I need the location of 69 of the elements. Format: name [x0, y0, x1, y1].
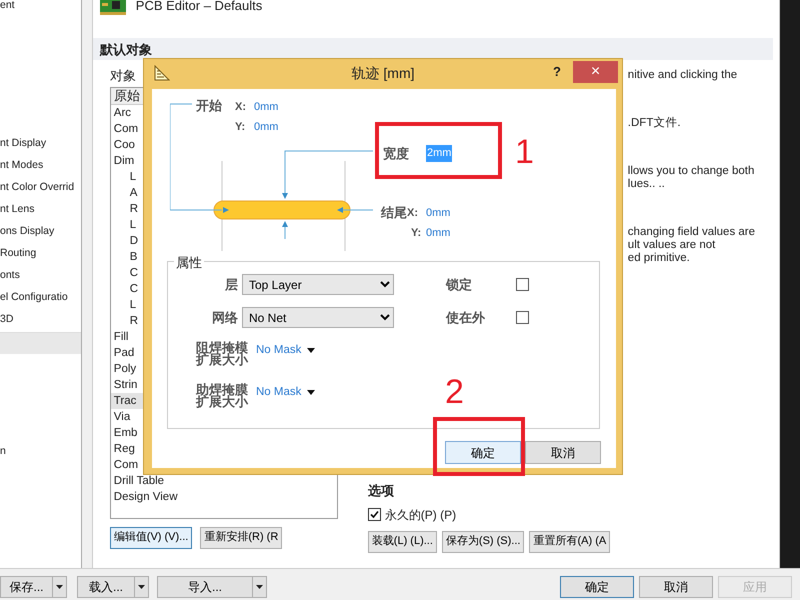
coord-value: 0mm [254, 120, 278, 135]
tree-item[interactable]: nt Lens [0, 198, 34, 220]
checkbox-label: 锁定 [446, 276, 473, 294]
save-as-button[interactable]: 保存为(S) (S)... [442, 530, 524, 552]
coord-value: 0mm [426, 206, 450, 221]
width-label: 宽度 [383, 145, 409, 163]
leader-line [337, 207, 374, 213]
ok-button[interactable]: 确定 [445, 441, 521, 464]
section-title: 默认对象 [92, 38, 773, 60]
description-text: .DFT文件. [628, 117, 682, 130]
checkbox[interactable] [516, 311, 529, 324]
split-button[interactable]: 保存... [0, 576, 67, 598]
load-button[interactable]: 装载(L) (L)... [368, 530, 437, 552]
coord-label: Y: [411, 226, 422, 241]
tree-item[interactable]: onts [0, 264, 20, 286]
annotation-number: 1 [515, 135, 534, 169]
dialog-title: 轨迹 [mm] [352, 64, 414, 83]
list-item[interactable]: Drill Table [110, 472, 337, 488]
reset-all-button[interactable]: 重置所有(A) (A [529, 530, 610, 552]
checkbox-label: 使在外 [446, 308, 486, 327]
description-text: nitive and clicking the [628, 69, 738, 82]
checkbox[interactable] [368, 508, 381, 521]
editor-title: PCB Editor – Defaults [136, 0, 262, 12]
end-label: 结尾 [381, 204, 407, 222]
objects-label: 对象 [110, 67, 136, 85]
dropdown[interactable]: Top Layer [242, 274, 394, 295]
circuit-board-icon [98, 0, 128, 16]
coord-label: X: [407, 206, 418, 221]
tree-item[interactable]: nt Display [0, 132, 46, 154]
field-label: 阻焊掩模 扩展大小 [194, 342, 250, 366]
tree-item[interactable]: nt Color Overrid [0, 176, 74, 198]
mask-dropdown[interactable]: No Mask [256, 384, 316, 402]
tree-item[interactable]: 3D [0, 308, 14, 330]
close-button[interactable]: × [573, 61, 618, 83]
tree-item[interactable]: ent [0, 0, 15, 16]
tree-item[interactable]: n [0, 440, 6, 462]
caret-icon [307, 348, 316, 353]
checkbox[interactable] [516, 278, 529, 291]
ruler-icon [154, 65, 170, 81]
caret-icon [307, 390, 316, 395]
edit-values-button[interactable]: 编辑值(V) (V)... [110, 526, 192, 548]
tree-item[interactable]: nt Modes [0, 154, 44, 176]
dropdown[interactable]: No Net [242, 307, 394, 328]
split-button[interactable]: 载入... [77, 576, 149, 598]
coord-value: 0mm [426, 226, 450, 241]
dialog-button[interactable]: 取消 [639, 576, 713, 598]
options-title: 选项 [368, 482, 395, 500]
annotation-number: 2 [445, 375, 464, 409]
field-label: 助焊掩膜 扩展大小 [194, 384, 250, 408]
leader-line [282, 221, 288, 240]
mask-dropdown[interactable]: No Mask [256, 342, 316, 360]
description-text: changing field values are ult values are not ed primitive. [628, 226, 756, 265]
split-button[interactable]: 导入... [157, 576, 267, 598]
help-button[interactable]: ? [553, 62, 561, 82]
dialog-button[interactable]: 确定 [560, 576, 634, 598]
caret-icon [56, 584, 63, 588]
tree-item[interactable]: Routing [0, 242, 36, 264]
field-label: 层 [224, 276, 239, 294]
cancel-button[interactable]: 取消 [525, 441, 601, 464]
caret-icon [256, 584, 263, 588]
checkbox-label: 永久的(P) (P) [384, 506, 456, 524]
tree-item[interactable]: el Configuratio [0, 286, 68, 308]
tree-item[interactable]: ons Display [0, 220, 54, 242]
list-item[interactable]: Design View [110, 488, 337, 504]
caret-icon [138, 584, 145, 588]
rearrange-button[interactable]: 重新安排(R) (R [200, 526, 282, 548]
description-text: llows you to change both lues.. .. [628, 165, 756, 191]
coord-label: Y: [235, 120, 246, 135]
field-label: 网络 [211, 308, 239, 327]
